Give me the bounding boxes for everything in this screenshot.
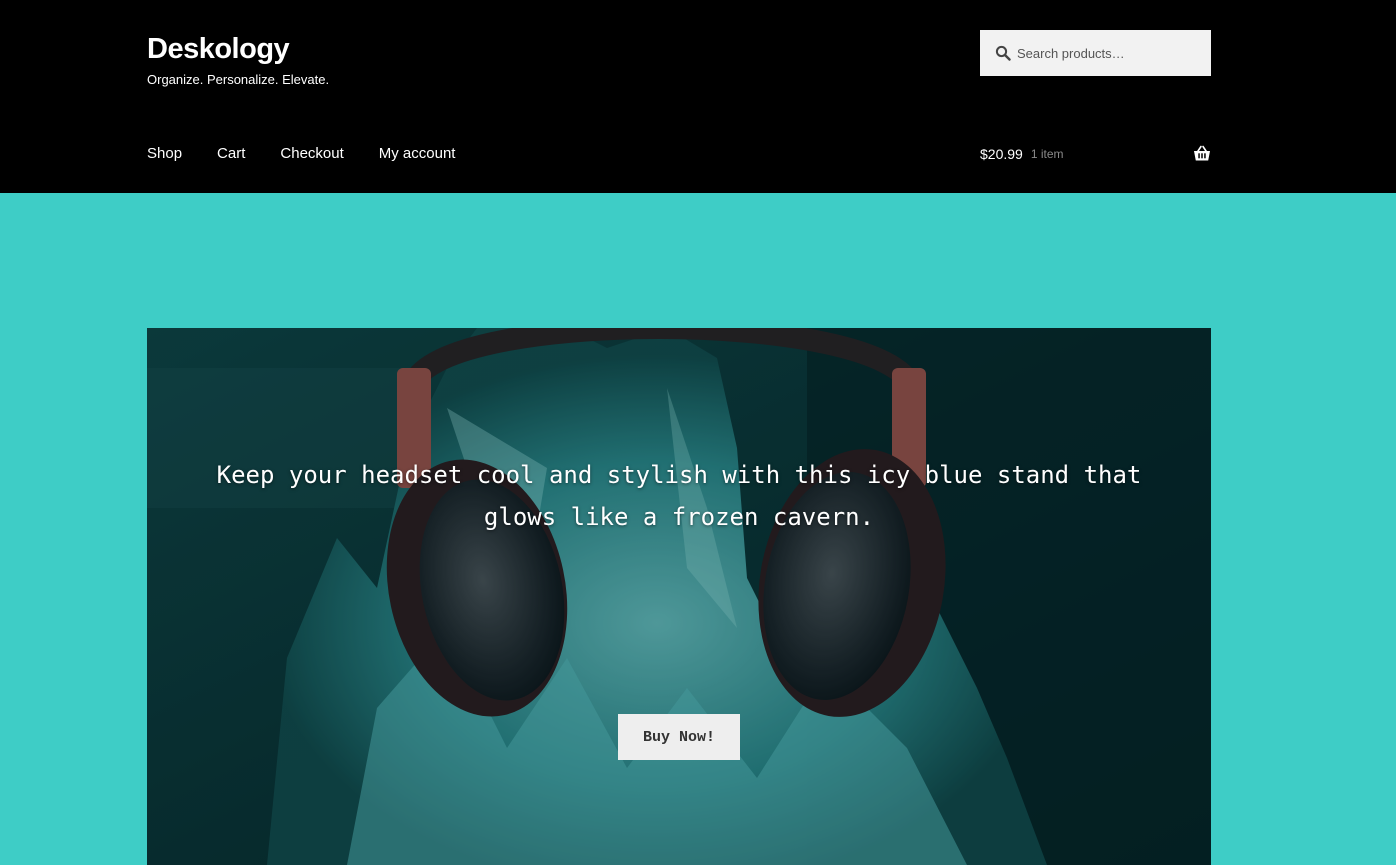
buy-now-button[interactable]: Buy Now! [618, 714, 740, 760]
nav-item-cart[interactable]: Cart [217, 141, 245, 167]
hero-background-image [147, 328, 1211, 865]
product-search-form[interactable] [980, 30, 1211, 76]
search-icon [995, 45, 1011, 61]
search-input[interactable] [1017, 45, 1207, 61]
site-title-link[interactable]: Deskology [147, 30, 329, 68]
header-cart-link[interactable]: $20.99 1 item [980, 141, 1211, 167]
nav-item-my-account[interactable]: My account [379, 141, 456, 167]
cart-item-count: 1 item [1030, 147, 1064, 161]
site-tagline: Organize. Personalize. Elevate. [147, 72, 330, 87]
site-header: Deskology Organize. Personalize. Elevate… [0, 0, 1396, 193]
hero-banner: Keep your headset cool and stylish with … [147, 328, 1211, 865]
basket-icon[interactable] [1193, 145, 1211, 162]
nav-item-shop[interactable]: Shop [147, 141, 182, 167]
primary-navigation: Shop Cart Checkout My account [147, 141, 490, 167]
hero-headline: Keep your headset cool and stylish with … [216, 461, 1142, 531]
site-branding: Deskology Organize. Personalize. Elevate… [147, 30, 329, 89]
cart-total: $20.99 [980, 146, 1023, 162]
nav-item-checkout[interactable]: Checkout [280, 141, 343, 167]
